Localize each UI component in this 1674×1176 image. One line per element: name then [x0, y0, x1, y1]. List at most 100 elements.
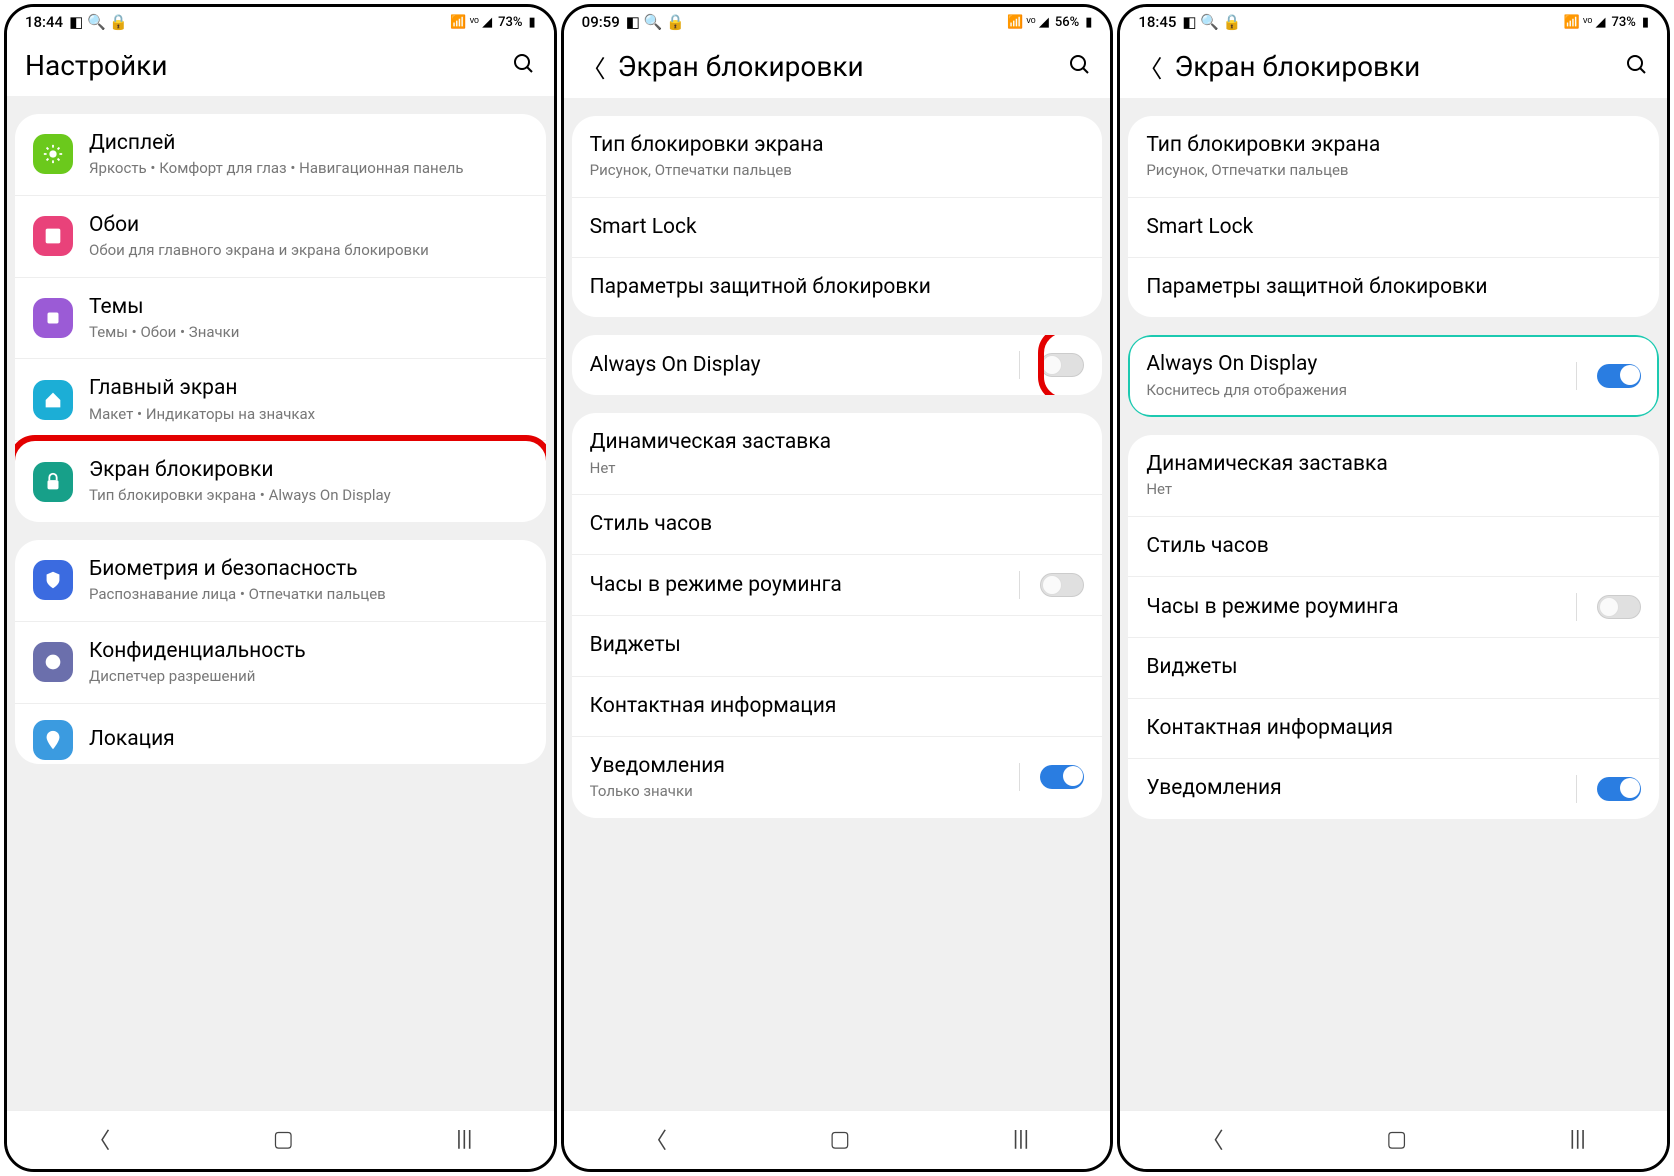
nav-back-icon[interactable]: 〈	[88, 1123, 110, 1155]
status-bar: 09:59 ◧ 🔍 🔒 📶 ᵛᵒ ◢ 56% ▮	[564, 7, 1111, 35]
notifications-toggle[interactable]	[1597, 777, 1641, 801]
settings-group: Тип блокировки экрана Рисунок, Отпечатки…	[572, 116, 1103, 317]
item-lock-type[interactable]: Тип блокировки экрана Рисунок, Отпечатки…	[1128, 116, 1659, 198]
status-time: 18:44	[25, 13, 63, 31]
item-clock-style[interactable]: Стиль часов	[572, 495, 1103, 555]
settings-group: Биометрия и безопасность Распознавание л…	[15, 540, 546, 764]
nav-recent-icon[interactable]: |||	[456, 1127, 472, 1152]
back-icon[interactable]: 〈	[1138, 49, 1162, 84]
nav-recent-icon[interactable]: |||	[1570, 1127, 1586, 1152]
item-title: Always On Display	[590, 352, 1004, 379]
divider	[1019, 571, 1020, 599]
settings-group: Тип блокировки экрана Рисунок, Отпечатки…	[1128, 116, 1659, 317]
back-icon[interactable]: 〈	[582, 49, 606, 84]
roaming-toggle[interactable]	[1040, 573, 1084, 597]
status-bar: 18:45 ◧ 🔍 🔒 📶 ᵛᵒ ◢ 73% ▮	[1120, 7, 1667, 35]
settings-item-privacy[interactable]: Конфиденциальность Диспетчер разрешений	[15, 622, 546, 704]
item-title: Стиль часов	[1146, 533, 1641, 560]
item-aod[interactable]: Always On Display Коснитесь для отображе…	[1128, 335, 1659, 417]
item-title: Локация	[89, 726, 528, 753]
item-dynamic[interactable]: Динамическая заставка Нет	[1128, 435, 1659, 517]
item-title: Уведомления	[590, 753, 1004, 780]
nav-home-icon[interactable]: ▢	[273, 1127, 294, 1152]
item-smart-lock[interactable]: Smart Lock	[1128, 198, 1659, 258]
item-widgets[interactable]: Виджеты	[1128, 638, 1659, 698]
search-icon[interactable]	[512, 52, 536, 80]
item-secure-lock[interactable]: Параметры защитной блокировки	[1128, 258, 1659, 317]
item-aod[interactable]: Always On Display	[572, 335, 1103, 395]
item-title: Smart Lock	[590, 214, 1085, 241]
item-title: Главный экран	[89, 375, 528, 402]
item-title: Always On Display	[1146, 351, 1560, 378]
navbar: 〈 ▢ |||	[7, 1110, 554, 1169]
divider	[1576, 593, 1577, 621]
shield-icon	[33, 560, 73, 600]
item-roaming-clock[interactable]: Часы в режиме роуминга	[1128, 577, 1659, 638]
item-roaming-clock[interactable]: Часы в режиме роуминга	[572, 555, 1103, 616]
settings-item-themes[interactable]: Темы Темы • Обои • Значки	[15, 278, 546, 360]
status-right-icons: 📶 ᵛᵒ ◢	[1007, 14, 1049, 30]
battery-text: 56%	[1055, 15, 1079, 30]
battery-icon: ▮	[1085, 15, 1092, 30]
nav-home-icon[interactable]: ▢	[830, 1127, 851, 1152]
settings-item-location[interactable]: Локация	[15, 704, 546, 764]
settings-group: Always On Display Коснитесь для отображе…	[1128, 335, 1659, 417]
palette-icon	[33, 298, 73, 338]
item-sub: Тип блокировки экрана • Always On Displa…	[89, 486, 528, 506]
pin-icon	[33, 720, 73, 760]
privacy-icon	[33, 642, 73, 682]
item-title: Обои	[89, 212, 528, 239]
header: 〈 Экран блокировки	[1120, 35, 1667, 98]
settings-group: Динамическая заставка Нет Стиль часов Ча…	[572, 413, 1103, 817]
settings-item-lockscreen[interactable]: Экран блокировки Тип блокировки экрана •…	[15, 441, 546, 522]
item-clock-style[interactable]: Стиль часов	[1128, 517, 1659, 577]
aod-toggle[interactable]	[1040, 353, 1084, 377]
status-right-icons: 📶 ᵛᵒ ◢	[1564, 14, 1606, 30]
item-notifications[interactable]: Уведомления Только значки	[572, 737, 1103, 818]
item-sub: Распознавание лица • Отпечатки пальцев	[89, 585, 528, 605]
item-widgets[interactable]: Виджеты	[572, 616, 1103, 676]
item-secure-lock[interactable]: Параметры защитной блокировки	[572, 258, 1103, 317]
item-title: Конфиденциальность	[89, 638, 528, 665]
item-title: Уведомления	[1146, 775, 1560, 802]
status-left-icons: ◧ 🔍 🔒	[69, 13, 128, 31]
item-sub: Нет	[590, 459, 1085, 479]
aod-toggle[interactable]	[1597, 364, 1641, 388]
search-icon[interactable]	[1625, 53, 1649, 81]
item-title: Параметры защитной блокировки	[590, 274, 1085, 301]
item-contact[interactable]: Контактная информация	[572, 677, 1103, 737]
item-sub: Рисунок, Отпечатки пальцев	[1146, 161, 1641, 181]
item-notifications[interactable]: Уведомления	[1128, 759, 1659, 819]
divider	[1019, 763, 1020, 791]
status-right-icons: 📶 ᵛᵒ ◢	[450, 14, 492, 30]
settings-item-home[interactable]: Главный экран Макет • Индикаторы на знач…	[15, 359, 546, 441]
status-bar: 18:44 ◧ 🔍 🔒 📶 ᵛᵒ ◢ 73% ▮	[7, 7, 554, 35]
search-icon[interactable]	[1068, 53, 1092, 81]
item-smart-lock[interactable]: Smart Lock	[572, 198, 1103, 258]
item-sub: Яркость • Комфорт для глаз • Навигационн…	[89, 159, 528, 179]
settings-item-wallpaper[interactable]: Обои Обои для главного экрана и экрана б…	[15, 196, 546, 278]
battery-text: 73%	[1612, 15, 1636, 30]
item-title: Часы в режиме роуминга	[1146, 594, 1560, 621]
lock-icon	[33, 462, 73, 502]
item-sub: Макет • Индикаторы на значках	[89, 405, 528, 425]
settings-list: Дисплей Яркость • Комфорт для глаз • Нав…	[7, 96, 554, 1110]
page-title: Экран блокировки	[618, 50, 1057, 83]
navbar: 〈 ▢ |||	[1120, 1110, 1667, 1169]
header: 〈 Экран блокировки	[564, 35, 1111, 98]
nav-recent-icon[interactable]: |||	[1013, 1127, 1029, 1152]
item-dynamic[interactable]: Динамическая заставка Нет	[572, 413, 1103, 495]
settings-item-display[interactable]: Дисплей Яркость • Комфорт для глаз • Нав…	[15, 114, 546, 196]
notifications-toggle[interactable]	[1040, 765, 1084, 789]
nav-back-icon[interactable]: 〈	[1202, 1123, 1224, 1155]
item-lock-type[interactable]: Тип блокировки экрана Рисунок, Отпечатки…	[572, 116, 1103, 198]
nav-back-icon[interactable]: 〈	[645, 1123, 667, 1155]
item-title: Тип блокировки экрана	[1146, 132, 1641, 159]
item-contact[interactable]: Контактная информация	[1128, 699, 1659, 759]
roaming-toggle[interactable]	[1597, 595, 1641, 619]
nav-home-icon[interactable]: ▢	[1386, 1127, 1407, 1152]
settings-item-biometrics[interactable]: Биометрия и безопасность Распознавание л…	[15, 540, 546, 622]
item-title: Параметры защитной блокировки	[1146, 274, 1641, 301]
item-title: Биометрия и безопасность	[89, 556, 528, 583]
phone-screen-1: 18:44 ◧ 🔍 🔒 📶 ᵛᵒ ◢ 73% ▮ Настройки Диспл…	[4, 4, 557, 1172]
